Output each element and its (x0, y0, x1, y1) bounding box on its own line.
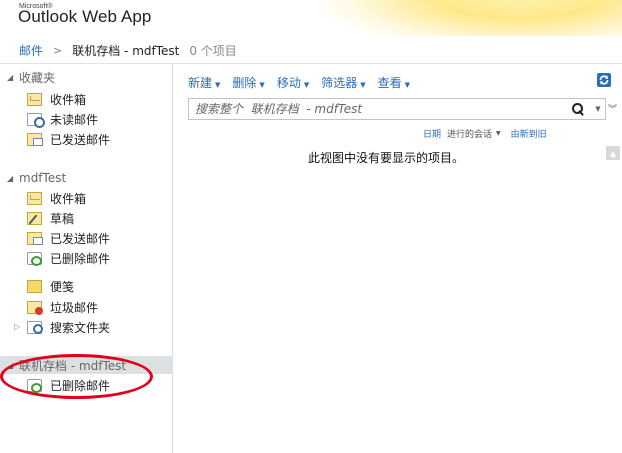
dropdown-caret-icon: ▼ (215, 80, 221, 89)
mailbox-label: mdfTest (19, 171, 67, 185)
nav-label: 未读邮件 (50, 113, 99, 127)
archive-label: 联机存档 - mdfTest (19, 358, 127, 373)
breadcrumb-current: 联机存档 - mdfTest (72, 44, 180, 58)
search-input[interactable] (189, 99, 571, 119)
expand-arrow-icon[interactable]: ▷ (14, 322, 20, 331)
inbox-icon (27, 192, 42, 205)
fav-item-unread[interactable]: 未读邮件 (27, 110, 98, 129)
sort-order[interactable]: 由新到旧 (511, 127, 547, 140)
nav-label: 收件箱 (50, 93, 87, 107)
item-count: 0 个项目 (189, 44, 237, 58)
nav-label: 便笺 (50, 280, 75, 294)
archive-header[interactable]: ◢ 联机存档 - mdfTest (0, 356, 173, 374)
sort-bar: 日期 进行的会话 ▼ 由新到旧 (423, 127, 553, 140)
dropdown-caret-icon: ▼ (404, 80, 411, 89)
breadcrumb-separator-icon: > (53, 44, 63, 57)
deleted-icon (27, 252, 42, 266)
notes-icon (27, 280, 42, 293)
archive-deleted[interactable]: 已删除邮件 (27, 376, 110, 395)
app-title: Outlook Web App (18, 7, 152, 26)
folder-sent[interactable]: 已发送邮件 (27, 229, 110, 248)
nav-label: 已发送邮件 (50, 232, 111, 246)
nav-label: 已删除邮件 (50, 252, 111, 266)
folder-junk[interactable]: 垃圾邮件 (27, 298, 98, 317)
header-glow (322, 0, 622, 36)
drafts-icon (27, 212, 42, 225)
junk-icon (27, 301, 43, 315)
search-box: ▼ (188, 98, 606, 120)
search-icon[interactable] (571, 102, 585, 116)
nav-label: 垃圾邮件 (50, 301, 99, 315)
scroll-up-arrow-icon[interactable]: ▲ (606, 146, 620, 160)
unread-search-icon (27, 113, 45, 128)
toolbar: 新建 ▼ 删除 ▼ 移动 ▼ 筛选器 ▼ 查看 ▼ (188, 72, 422, 92)
filter-button[interactable]: 筛选器 ▼ (321, 74, 365, 91)
filter-label: 筛选器 (321, 75, 358, 90)
deleted-icon (27, 379, 42, 393)
view-button[interactable]: 查看 ▼ (378, 74, 410, 91)
new-label: 新建 (188, 75, 213, 90)
sent-icon (27, 133, 43, 146)
search-folder-icon (27, 321, 43, 334)
move-button[interactable]: 移动 ▼ (277, 74, 309, 91)
expand-search-icon[interactable]: ︾ (608, 102, 617, 115)
sent-icon (27, 232, 43, 245)
mailbox-header[interactable]: ◢ mdfTest (0, 169, 173, 187)
view-label: 查看 (377, 75, 402, 90)
folder-pane: ◢ 收藏夹 收件箱 未读邮件 已发送邮件 ◢ mdfTest 收件箱 草稿 已发… (0, 65, 173, 453)
delete-label: 删除 (232, 75, 257, 90)
collapse-arrow-icon[interactable]: ◢ (7, 361, 19, 370)
dropdown-caret-icon: ▼ (360, 80, 366, 89)
move-label: 移动 (276, 75, 301, 90)
inbox-icon (27, 93, 42, 106)
refresh-icon[interactable] (597, 73, 611, 87)
folder-search-folders[interactable]: 搜索文件夹 (27, 318, 110, 337)
nav-label: 收件箱 (50, 192, 87, 206)
app-header: Microsoft® Outlook Web App (0, 0, 622, 36)
fav-item-sent[interactable]: 已发送邮件 (27, 130, 110, 149)
collapse-arrow-icon[interactable]: ◢ (7, 73, 19, 82)
dropdown-caret-icon: ▼ (259, 80, 265, 89)
empty-list-message: 此视图中没有要显示的项目。 (308, 151, 465, 165)
folder-drafts[interactable]: 草稿 (27, 209, 74, 228)
breadcrumb-mail-link[interactable]: 邮件 (19, 42, 43, 59)
nav-label: 搜索文件夹 (50, 321, 111, 335)
favorites-label: 收藏夹 (19, 70, 56, 85)
breadcrumb: 邮件 > 联机存档 - mdfTest 0 个项目 (0, 38, 622, 64)
sort-caret-icon[interactable]: ▼ (496, 130, 501, 137)
sort-conversation[interactable]: 进行的会话 (447, 127, 492, 140)
nav-label: 草稿 (50, 212, 75, 226)
nav-label: 已删除邮件 (50, 379, 111, 393)
delete-button[interactable]: 删除 ▼ (232, 74, 264, 91)
favorites-header[interactable]: ◢ 收藏夹 (0, 68, 173, 86)
search-options-dropdown-icon[interactable]: ▼ (591, 105, 605, 113)
dropdown-caret-icon: ▼ (303, 80, 310, 89)
fav-item-inbox[interactable]: 收件箱 (27, 90, 86, 109)
collapse-arrow-icon[interactable]: ◢ (7, 174, 19, 183)
new-button[interactable]: 新建 ▼ (188, 74, 220, 91)
folder-notes[interactable]: 便笺 (27, 277, 74, 296)
folder-inbox[interactable]: 收件箱 (27, 189, 86, 208)
nav-label: 已发送邮件 (50, 133, 111, 147)
folder-deleted[interactable]: 已删除邮件 (27, 249, 110, 268)
sort-by-date[interactable]: 日期 (423, 127, 441, 140)
